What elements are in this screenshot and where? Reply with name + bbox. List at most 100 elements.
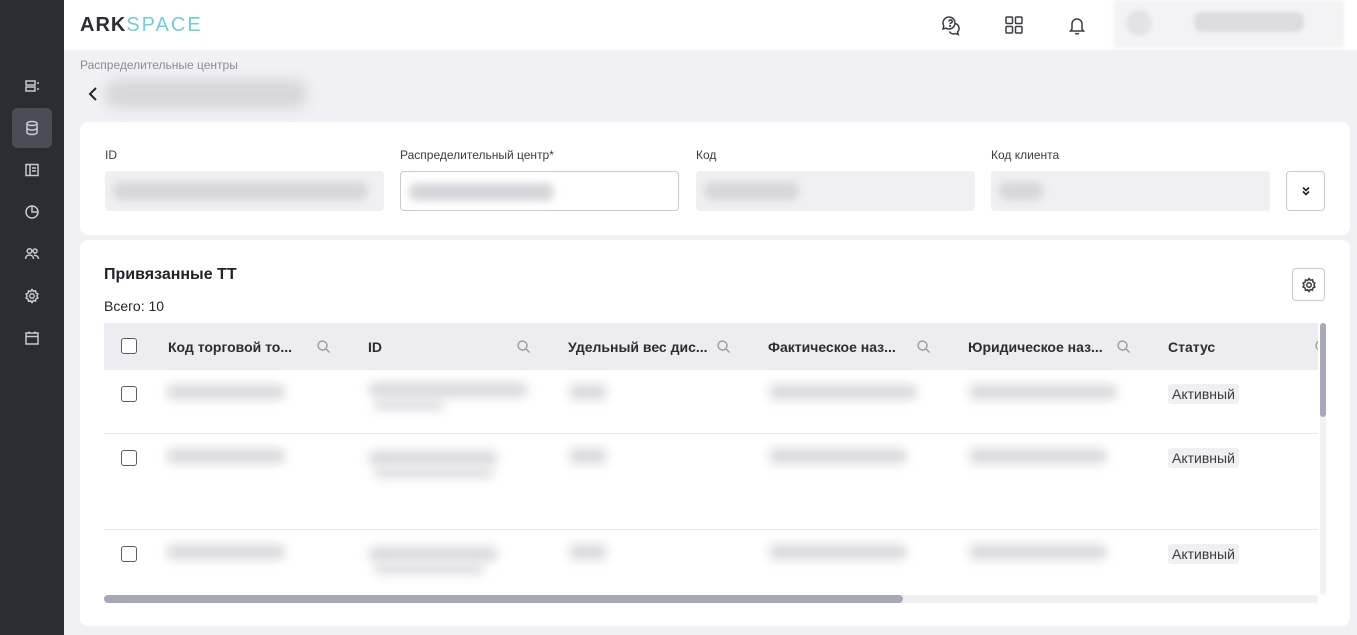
column-header-id[interactable]: ID	[368, 323, 382, 370]
sidebar-item-calendar[interactable]	[12, 318, 52, 358]
back-button[interactable]	[82, 82, 104, 106]
cell-weight	[568, 544, 608, 560]
pie-chart-icon	[25, 205, 39, 219]
field-value	[409, 183, 554, 201]
cell-id	[368, 546, 498, 562]
search-weight[interactable]	[716, 339, 731, 354]
gear-icon	[1301, 276, 1316, 293]
distribution-center-field[interactable]	[400, 171, 679, 211]
logo-part-ark: ARK	[80, 14, 127, 36]
field-value	[704, 182, 799, 200]
layout-icon	[25, 163, 39, 177]
apps-button[interactable]	[1002, 13, 1026, 37]
id-field[interactable]	[105, 171, 384, 211]
sidebar-item-layout[interactable]	[12, 150, 52, 190]
status-badge: Активный	[1168, 384, 1239, 404]
search-icon	[917, 340, 930, 353]
column-header-status[interactable]: Статус	[1168, 323, 1215, 370]
cell-outlet-code	[166, 544, 286, 560]
client-code-field[interactable]	[991, 171, 1270, 211]
cell-legal-name	[968, 544, 1108, 560]
sidebar-item-list[interactable]	[12, 66, 52, 106]
notifications-button[interactable]	[1065, 13, 1089, 37]
linked-outlets-table: Код торговой то... ID Удельный вес дис..…	[104, 323, 1318, 587]
search-icon	[1117, 340, 1130, 353]
cell-legal-name	[968, 384, 1118, 400]
list-icon	[25, 80, 39, 92]
table-header: Код торговой то... ID Удельный вес дис..…	[104, 323, 1318, 370]
total-count: Всего: 10	[104, 298, 165, 314]
search-id[interactable]	[516, 339, 531, 354]
search-icon	[717, 340, 730, 353]
users-icon	[24, 247, 40, 260]
search-legal-name[interactable]	[1116, 339, 1131, 354]
field-label-distribution-center: Распределительный центр*	[400, 148, 554, 162]
field-label-id: ID	[105, 148, 117, 162]
cell-weight	[568, 448, 608, 464]
search-outlet-code[interactable]	[316, 339, 331, 354]
vertical-scrollbar-thumb[interactable]	[1320, 323, 1326, 417]
cell-weight	[568, 384, 608, 400]
details-form: ID Распределительный центр* Код Код клие…	[80, 122, 1350, 235]
column-header-weight[interactable]: Удельный вес дис...	[568, 323, 708, 370]
search-icon	[517, 340, 530, 353]
cell-actual-name	[768, 384, 918, 400]
horizontal-scrollbar-thumb[interactable]	[104, 595, 903, 603]
sidebar-item-users[interactable]	[12, 234, 52, 274]
cell-id-extra	[374, 468, 494, 478]
support-chat-icon	[941, 16, 960, 36]
field-value	[999, 182, 1043, 200]
breadcrumb[interactable]: Распределительные центры	[80, 58, 238, 72]
cell-actual-name	[768, 448, 908, 464]
row-checkbox[interactable]	[121, 386, 137, 402]
select-all-checkbox[interactable]	[121, 338, 137, 354]
expand-form-button[interactable]	[1286, 171, 1325, 211]
cell-outlet-code	[166, 384, 286, 400]
cell-legal-name	[968, 448, 1108, 464]
field-label-code: Код	[696, 148, 717, 162]
top-bar: ARKSPACE	[64, 0, 1357, 50]
cell-id	[368, 450, 498, 466]
cell-id	[368, 382, 528, 398]
search-status[interactable]	[1314, 339, 1318, 354]
cell-id-extra	[374, 564, 484, 574]
avatar	[1126, 10, 1152, 36]
search-actual-name[interactable]	[916, 339, 931, 354]
cell-actual-name	[768, 544, 908, 560]
field-label-client-code: Код клиента	[991, 148, 1060, 162]
gear-icon	[25, 288, 39, 304]
table-row[interactable]: Активный	[104, 370, 1318, 434]
apps-grid-icon	[1005, 16, 1023, 34]
sidebar-item-reports[interactable]	[12, 192, 52, 232]
cell-id-extra	[374, 400, 444, 410]
field-value	[113, 182, 368, 200]
user-name-placeholder	[1194, 12, 1304, 32]
status-badge: Активный	[1168, 448, 1239, 468]
logo-part-space: SPACE	[126, 14, 203, 36]
column-header-outlet-code[interactable]: Код торговой то...	[168, 323, 292, 370]
bell-icon	[1069, 18, 1085, 35]
calendar-icon	[25, 331, 39, 345]
sidebar-item-database[interactable]	[12, 108, 52, 148]
support-chat-button[interactable]	[939, 13, 963, 37]
column-header-legal-name[interactable]: Юридическое наз...	[968, 323, 1103, 370]
row-checkbox[interactable]	[121, 450, 137, 466]
table-settings-button[interactable]	[1292, 268, 1325, 301]
linked-outlets-card: Привязанные ТТ Всего: 10 Код торговой то…	[80, 240, 1350, 626]
table-row[interactable]: Активный	[104, 530, 1318, 587]
row-checkbox[interactable]	[121, 546, 137, 562]
sidebar-item-settings[interactable]	[12, 276, 52, 316]
code-field[interactable]	[696, 171, 975, 211]
sidebar	[0, 0, 64, 635]
search-icon	[317, 340, 330, 353]
section-title: Привязанные ТТ	[104, 266, 237, 283]
user-menu[interactable]	[1114, 0, 1344, 48]
page-title	[106, 80, 306, 108]
table-row[interactable]: Активный	[104, 434, 1318, 530]
column-header-actual-name[interactable]: Фактическое наз...	[768, 323, 896, 370]
cell-outlet-code	[166, 448, 286, 464]
chevron-double-down-icon	[1301, 186, 1310, 196]
app-logo[interactable]: ARKSPACE	[80, 14, 203, 36]
status-badge: Активный	[1168, 544, 1239, 564]
chevron-left-icon	[88, 87, 97, 101]
